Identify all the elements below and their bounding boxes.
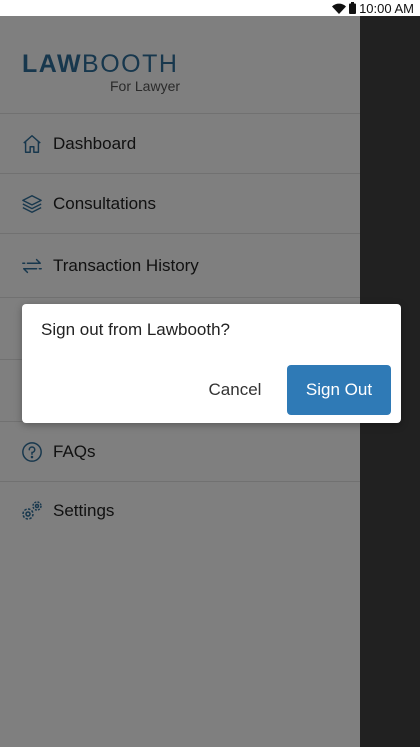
sign-out-button[interactable]: Sign Out <box>287 365 391 415</box>
status-icons: 10:00 AM <box>332 0 414 16</box>
dialog-message: Sign out from Lawbooth? <box>41 320 231 339</box>
status-bar: 10:00 AM <box>0 0 420 16</box>
battery-icon <box>349 2 357 14</box>
wifi-icon <box>332 3 347 14</box>
status-time: 10:00 AM <box>359 0 414 16</box>
cancel-button[interactable]: Cancel <box>192 366 278 414</box>
sign-out-dialog: Sign out from Lawbooth? Cancel Sign Out <box>22 304 401 423</box>
